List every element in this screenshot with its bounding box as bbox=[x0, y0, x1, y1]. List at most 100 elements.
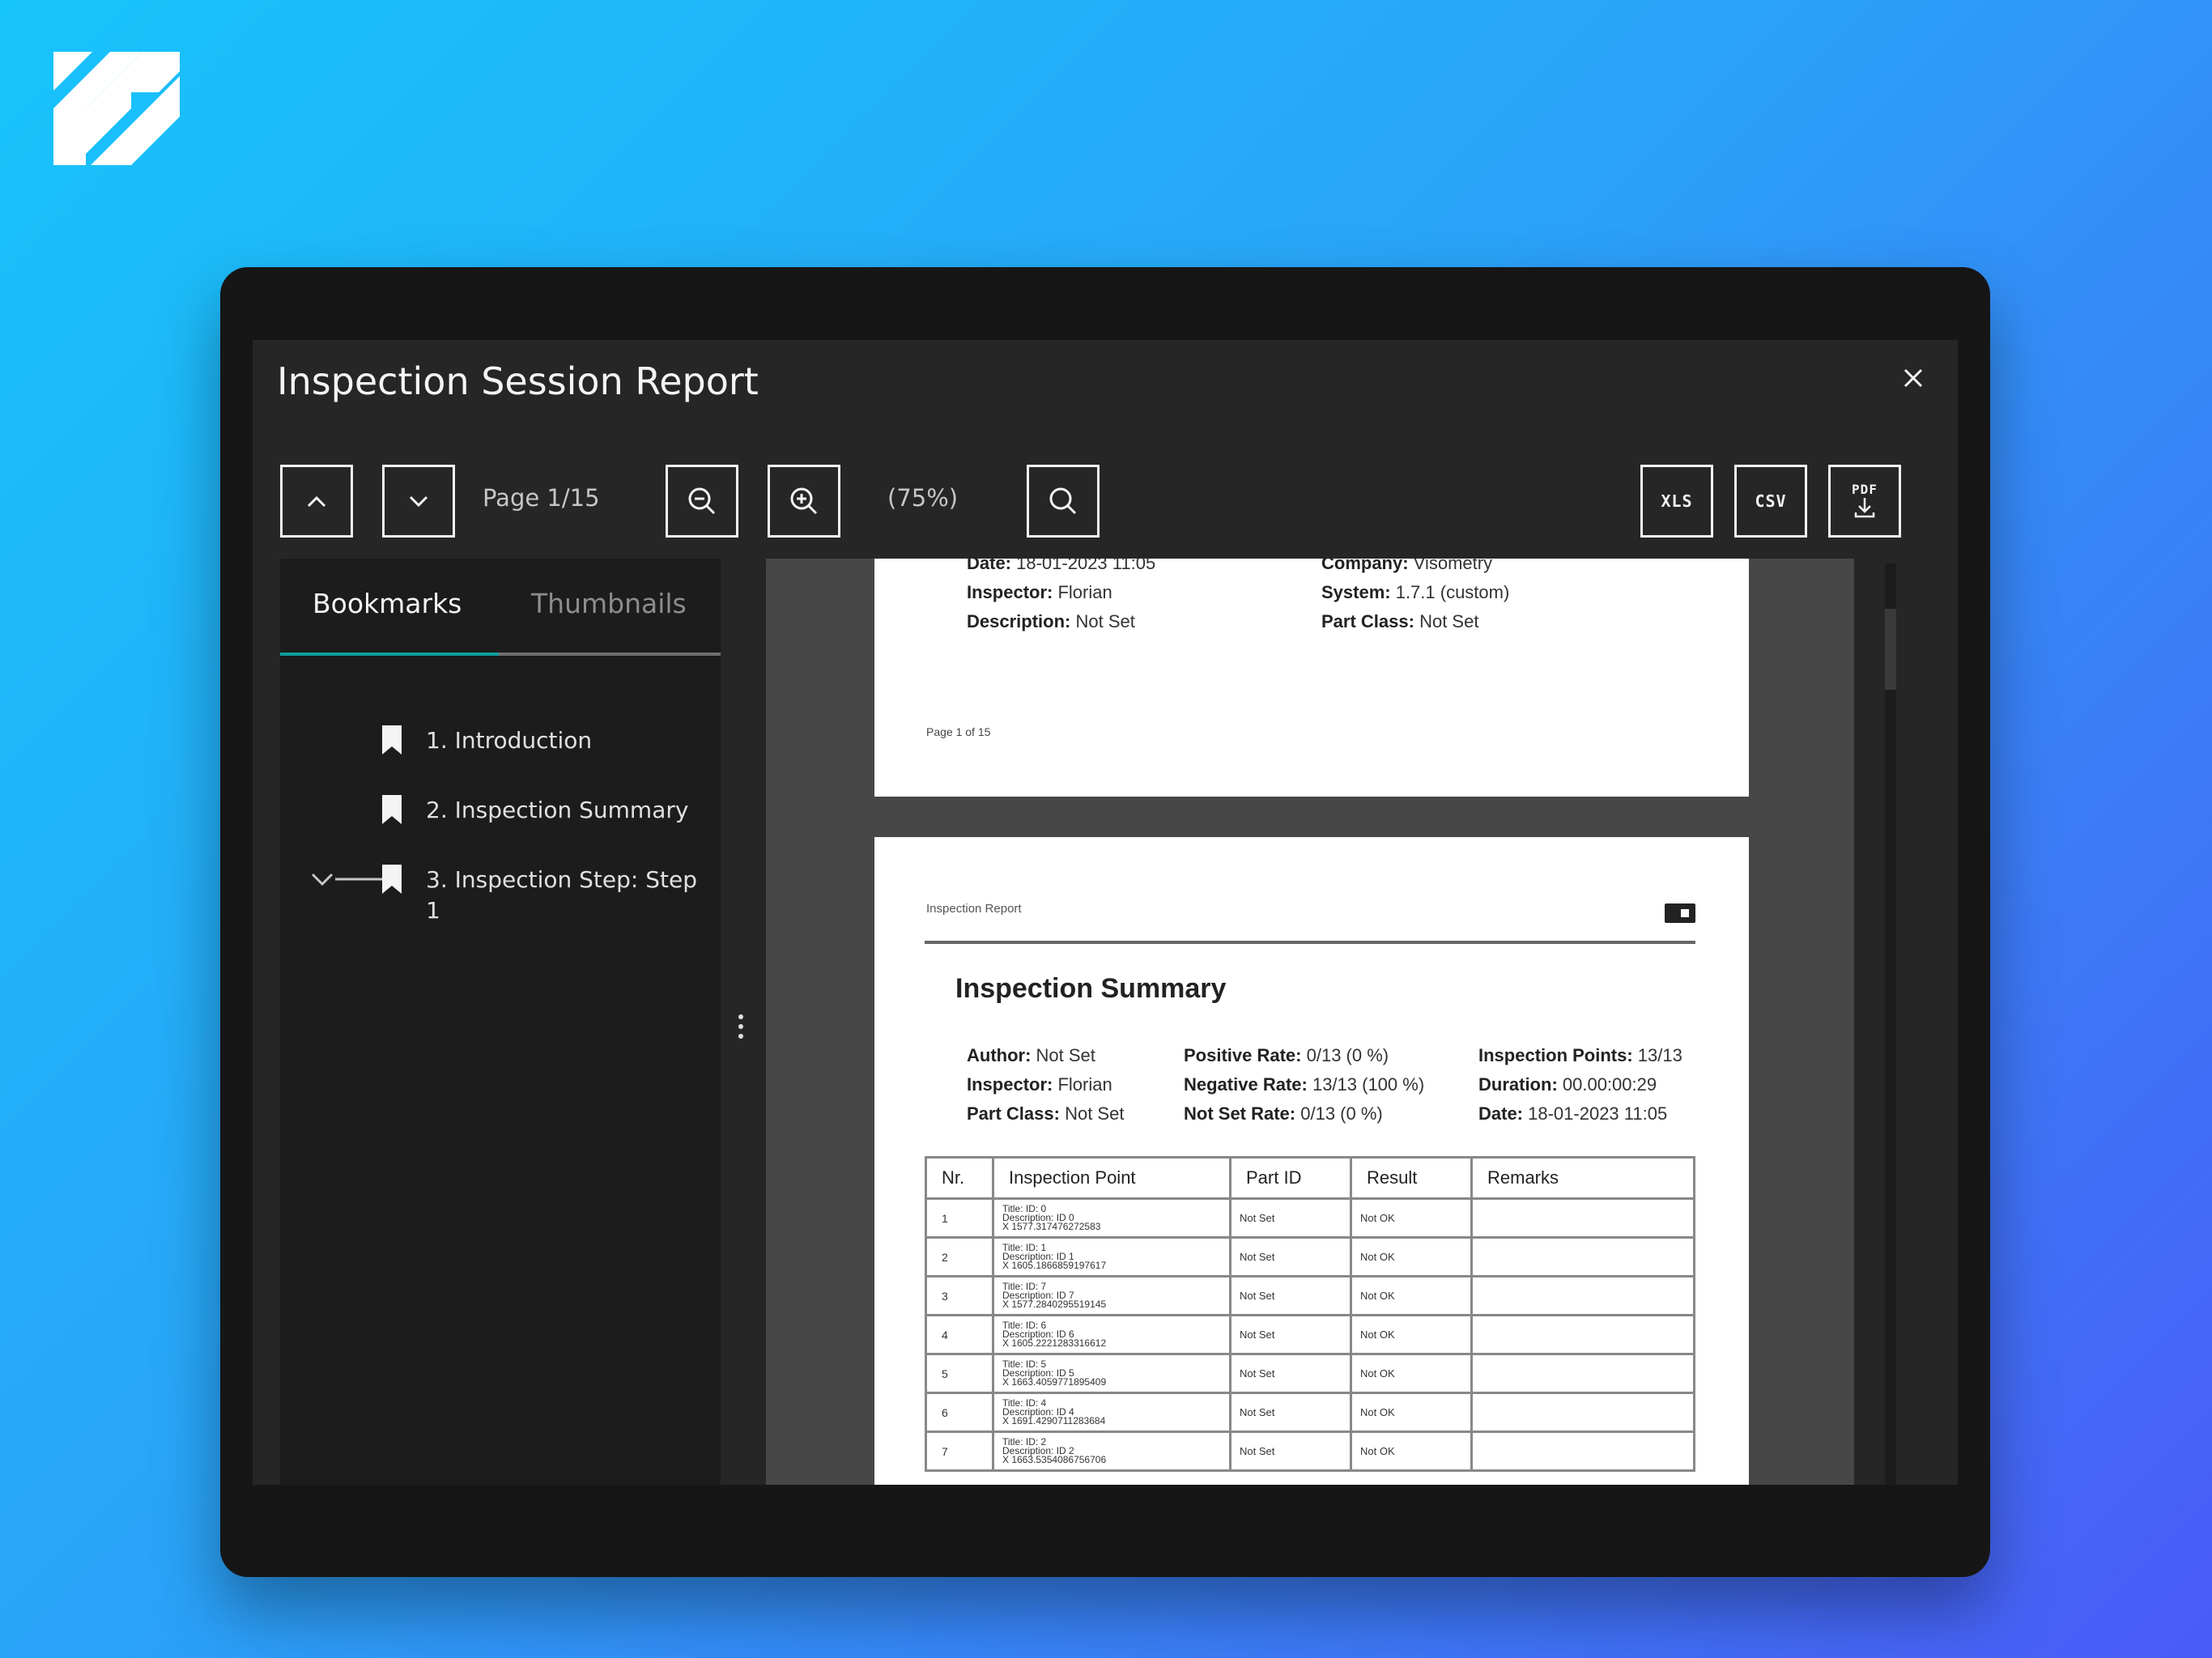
previous-page-button[interactable] bbox=[280, 465, 353, 538]
cell-nr: 3 bbox=[925, 1275, 994, 1316]
zoom-out-button[interactable] bbox=[666, 465, 738, 538]
cell-remarks bbox=[1470, 1353, 1695, 1394]
summary-column-2: Positive Rate: 0/13 (0 %) Negative Rate:… bbox=[1184, 1041, 1424, 1129]
next-page-button[interactable] bbox=[382, 465, 455, 538]
brand-logo bbox=[53, 52, 180, 165]
export-pdf-button[interactable]: PDF bbox=[1828, 465, 1901, 538]
page-footer: Page 1 of 15 bbox=[926, 725, 991, 738]
chevron-down-icon bbox=[409, 495, 428, 508]
cell-part-id: Not Set bbox=[1229, 1353, 1352, 1394]
close-button[interactable] bbox=[1893, 358, 1933, 398]
report-modal: Inspection Session Report Page 1/15 (75%… bbox=[253, 340, 1958, 1485]
field-row: Company: Visometry bbox=[1321, 559, 1493, 573]
download-icon bbox=[1854, 498, 1875, 518]
document-viewer[interactable]: Date: 18-01-2023 11:05 Inspector: Floria… bbox=[766, 559, 1854, 1485]
bookmark-icon bbox=[382, 795, 402, 824]
cell-nr: 6 bbox=[925, 1392, 994, 1433]
field-row: Positive Rate: 0/13 (0 %) bbox=[1184, 1045, 1389, 1065]
cell-result: Not OK bbox=[1350, 1236, 1473, 1278]
cell-part-id: Not Set bbox=[1229, 1431, 1352, 1472]
field-row: Inspector: Florian bbox=[967, 582, 1112, 602]
ip-coordinate: X 1663.5354086756706 bbox=[1002, 1454, 1107, 1465]
tab-bookmarks[interactable]: Bookmarks bbox=[313, 588, 462, 619]
inspection-table: Nr. Inspection Point Part ID Result Rema… bbox=[925, 1156, 1695, 1472]
field-row: Description: Not Set bbox=[967, 611, 1135, 631]
cell-part-id: Not Set bbox=[1229, 1275, 1352, 1316]
panel-resize-handle[interactable] bbox=[737, 1012, 745, 1044]
cell-remarks bbox=[1470, 1314, 1695, 1355]
bookmark-label: 1. Introduction bbox=[426, 727, 593, 754]
export-pdf-label: PDF bbox=[1852, 482, 1878, 497]
sidebar-tabs: Bookmarks Thumbnails bbox=[280, 559, 721, 656]
scrollbar-thumb[interactable] bbox=[1885, 609, 1896, 690]
table-row: 3 Title: ID: 7 Description: ID 7X 1577.28… bbox=[925, 1275, 1695, 1316]
export-xls-button[interactable]: XLS bbox=[1640, 465, 1713, 538]
bookmark-icon bbox=[382, 725, 402, 755]
ip-coordinate: X 1605.2221283316612 bbox=[1002, 1337, 1107, 1349]
table-row: 6 Title: ID: 4 Description: ID 4X 1691.42… bbox=[925, 1392, 1695, 1433]
search-icon bbox=[1049, 487, 1077, 515]
column-header: Inspection Point bbox=[992, 1156, 1231, 1200]
cell-part-id: Not Set bbox=[1229, 1197, 1352, 1239]
cell-inspection-point: Title: ID: 0 Description: ID 0X 1577.3174… bbox=[992, 1197, 1231, 1239]
cell-part-id: Not Set bbox=[1229, 1314, 1352, 1355]
export-csv-button[interactable]: CSV bbox=[1734, 465, 1807, 538]
bookmark-label: 3. Inspection Step: Step 1 bbox=[426, 866, 697, 924]
cell-result: Not OK bbox=[1350, 1275, 1473, 1316]
tab-thumbnails[interactable]: Thumbnails bbox=[531, 588, 687, 619]
column-header: Part ID bbox=[1229, 1156, 1352, 1200]
cell-result: Not OK bbox=[1350, 1392, 1473, 1433]
bookmark-inspection-summary[interactable]: 2. Inspection Summary bbox=[280, 795, 721, 835]
ip-coordinate: X 1577.317476272583 bbox=[1002, 1221, 1101, 1232]
export-xls-label: XLS bbox=[1661, 491, 1693, 511]
field-row: Duration: 00.00:00:29 bbox=[1478, 1074, 1657, 1095]
cell-inspection-point: Title: ID: 2 Description: ID 2X 1663.5354… bbox=[992, 1431, 1231, 1472]
cell-nr: 5 bbox=[925, 1353, 994, 1394]
cell-remarks bbox=[1470, 1197, 1695, 1239]
summary-column-3: Inspection Points: 13/13 Duration: 00.00… bbox=[1478, 1041, 1682, 1129]
active-tab-indicator bbox=[280, 653, 499, 656]
header-divider bbox=[925, 941, 1695, 944]
field-row: Not Set Rate: 0/13 (0 %) bbox=[1184, 1103, 1383, 1124]
column-header: Result bbox=[1350, 1156, 1473, 1200]
page-indicator: Page 1/15 bbox=[483, 484, 600, 512]
cell-remarks bbox=[1470, 1431, 1695, 1472]
export-csv-label: CSV bbox=[1755, 491, 1787, 511]
field-row: Negative Rate: 13/13 (100 %) bbox=[1184, 1074, 1425, 1095]
cell-inspection-point: Title: ID: 6 Description: ID 6X 1605.2221… bbox=[992, 1314, 1231, 1355]
cell-result: Not OK bbox=[1350, 1353, 1473, 1394]
document-page-1: Date: 18-01-2023 11:05 Inspector: Floria… bbox=[874, 559, 1749, 797]
zoom-in-button[interactable] bbox=[768, 465, 840, 538]
cell-nr: 4 bbox=[925, 1314, 994, 1355]
cell-part-id: Not Set bbox=[1229, 1392, 1352, 1433]
cell-result: Not OK bbox=[1350, 1431, 1473, 1472]
section-title: Inspection Summary bbox=[955, 973, 1227, 1004]
ip-coordinate: X 1577.2840295519145 bbox=[1002, 1299, 1107, 1310]
viewer-scrollbar[interactable] bbox=[1885, 563, 1896, 1485]
tablet-frame: Inspection Session Report Page 1/15 (75%… bbox=[220, 267, 1990, 1577]
table-row: 1 Title: ID: 0 Description: ID 0X 1577.31… bbox=[925, 1197, 1695, 1239]
cell-remarks bbox=[1470, 1236, 1695, 1278]
field-row: Author: Not Set bbox=[967, 1045, 1095, 1065]
cell-part-id: Not Set bbox=[1229, 1236, 1352, 1278]
cell-result: Not OK bbox=[1350, 1314, 1473, 1355]
table-row: 2 Title: ID: 1 Description: ID 1X 1605.18… bbox=[925, 1236, 1695, 1278]
bookmark-icon bbox=[382, 865, 402, 894]
cell-nr: 1 bbox=[925, 1197, 994, 1239]
search-button[interactable] bbox=[1027, 465, 1100, 538]
report-logo bbox=[1665, 903, 1695, 923]
cell-remarks bbox=[1470, 1275, 1695, 1316]
field-row: Date: 18-01-2023 11:05 bbox=[967, 559, 1156, 573]
bookmark-inspection-step-1[interactable]: 3. Inspection Step: Step 1 bbox=[280, 865, 721, 937]
page-header: Inspection Report bbox=[926, 902, 1022, 916]
field-row: System: 1.7.1 (custom) bbox=[1321, 582, 1510, 602]
field-row: Part Class: Not Set bbox=[1321, 611, 1479, 631]
bookmark-introduction[interactable]: 1. Introduction bbox=[280, 725, 721, 766]
column-header: Nr. bbox=[925, 1156, 994, 1200]
cell-result: Not OK bbox=[1350, 1197, 1473, 1239]
ip-coordinate: X 1663.4059771895409 bbox=[1002, 1376, 1107, 1388]
cell-remarks bbox=[1470, 1392, 1695, 1433]
summary-column-1: Author: Not Set Inspector: Florian Part … bbox=[967, 1041, 1124, 1129]
chevron-down-icon[interactable] bbox=[311, 871, 384, 891]
chevron-up-icon bbox=[307, 495, 326, 508]
